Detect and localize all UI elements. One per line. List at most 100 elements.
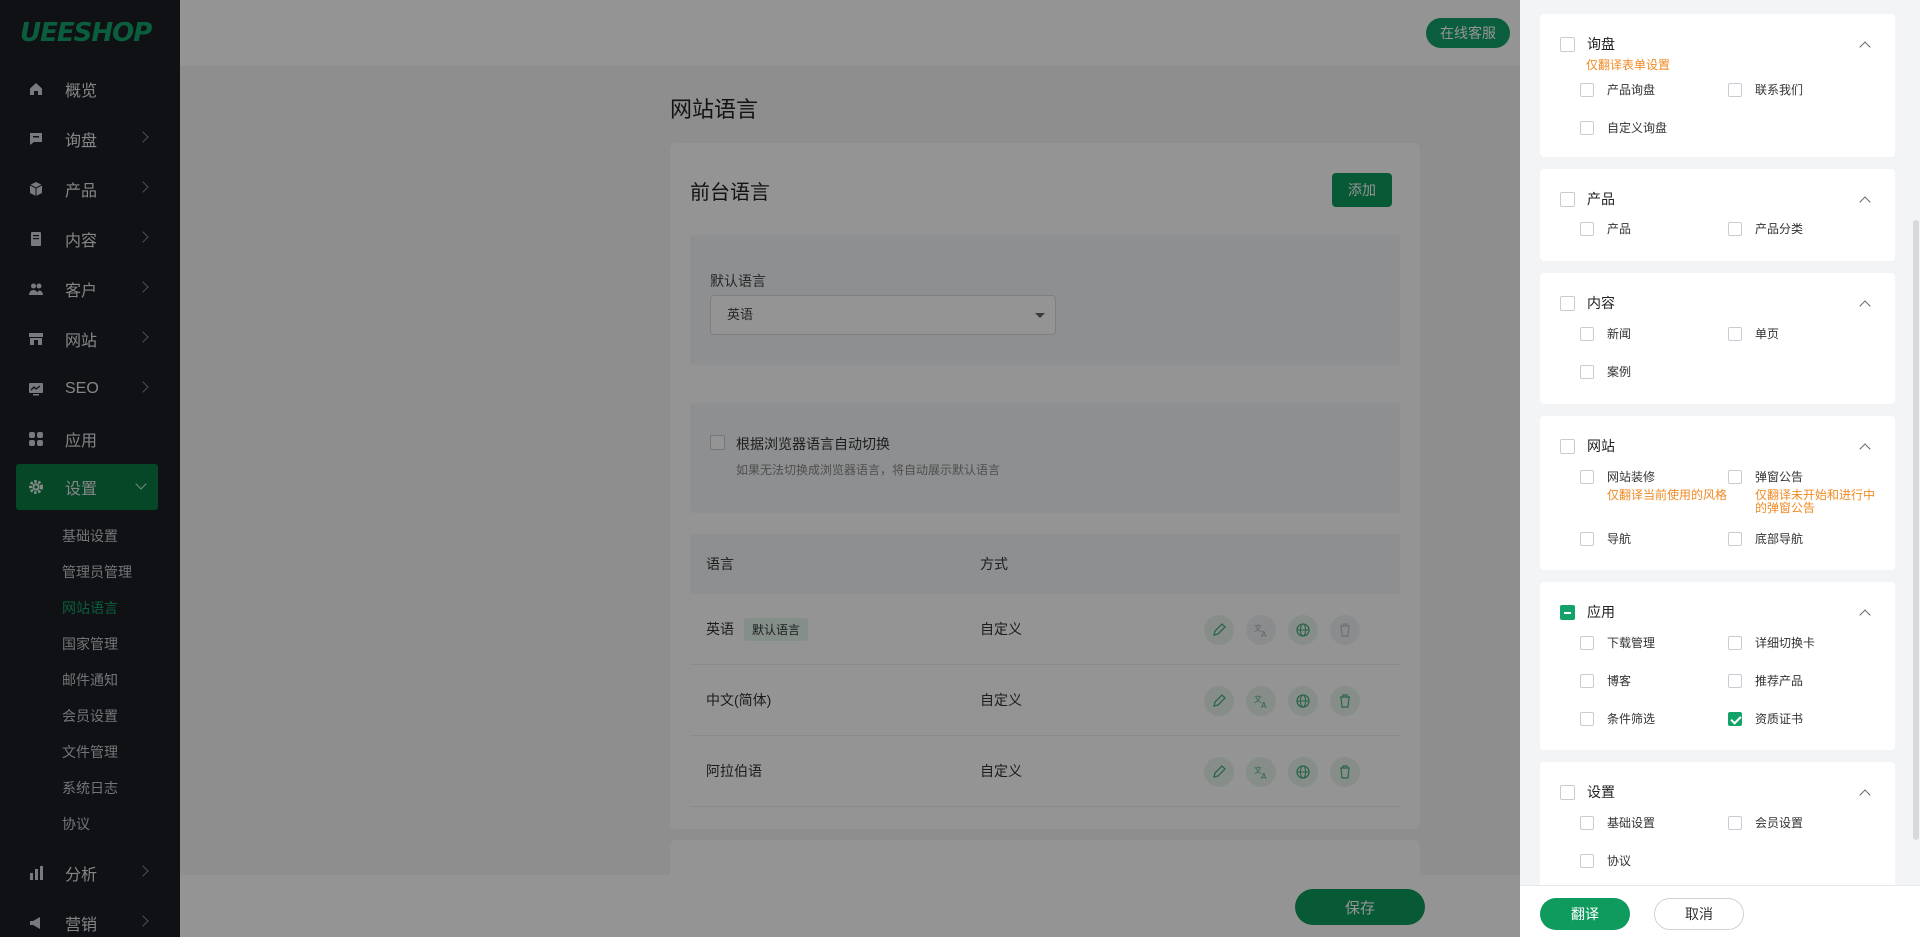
option-checkbox[interactable]: [1728, 712, 1742, 726]
group-checkbox[interactable]: [1560, 191, 1575, 207]
option-checkbox[interactable]: [1580, 636, 1594, 650]
option-checkbox[interactable]: [1728, 636, 1742, 650]
modal-overlay[interactable]: [0, 0, 1520, 937]
drawer-scrollbar[interactable]: [1912, 0, 1920, 885]
option-label: 联系我们: [1755, 83, 1804, 97]
chevron-up-icon[interactable]: [1859, 41, 1871, 53]
group-inquiry: 询盘 仅翻译表单设置 产品询盘 联系我们 自定义询盘: [1540, 14, 1895, 157]
group-checkbox[interactable]: [1560, 604, 1575, 620]
group-checkbox[interactable]: [1560, 295, 1575, 311]
option-note: 仅翻译当前使用的风格: [1607, 488, 1728, 502]
option-checkbox[interactable]: [1580, 222, 1594, 236]
option-label: 博客: [1607, 674, 1632, 688]
option-label: 下载管理: [1607, 636, 1656, 650]
option-item[interactable]: 产品: [1580, 222, 1631, 236]
option-label: 产品: [1607, 222, 1632, 236]
option-label: 会员设置: [1755, 816, 1804, 830]
option-item[interactable]: 推荐产品: [1728, 674, 1803, 688]
group-checkbox[interactable]: [1560, 36, 1575, 52]
group-title: 内容: [1587, 295, 1615, 311]
option-checkbox[interactable]: [1580, 327, 1594, 341]
option-item[interactable]: 产品分类: [1728, 222, 1803, 236]
option-checkbox[interactable]: [1728, 532, 1742, 546]
option-label: 资质证书: [1755, 712, 1804, 726]
option-note: 仅翻译未开始和进行中的弹窗公告: [1755, 488, 1876, 515]
group-header[interactable]: 内容: [1560, 293, 1615, 313]
option-checkbox[interactable]: [1728, 83, 1742, 97]
option-label: 单页: [1755, 327, 1780, 341]
chevron-up-icon[interactable]: [1859, 443, 1871, 455]
scrollbar-thumb[interactable]: [1913, 220, 1919, 840]
chevron-up-icon[interactable]: [1859, 789, 1871, 801]
group-checkbox[interactable]: [1560, 438, 1575, 454]
option-item[interactable]: 博客: [1580, 674, 1631, 688]
group-products: 产品 产品 产品分类: [1540, 169, 1895, 261]
option-label: 协议: [1607, 854, 1632, 868]
option-item[interactable]: 导航: [1580, 532, 1631, 546]
option-label: 产品询盘: [1607, 83, 1656, 97]
option-item[interactable]: 自定义询盘: [1580, 121, 1667, 135]
option-item[interactable]: 详细切换卡: [1728, 636, 1815, 650]
option-item[interactable]: 弹窗公告仅翻译未开始和进行中的弹窗公告: [1728, 470, 1880, 515]
option-checkbox[interactable]: [1580, 532, 1594, 546]
chevron-up-icon[interactable]: [1859, 300, 1871, 312]
option-checkbox[interactable]: [1580, 854, 1594, 868]
option-item[interactable]: 下载管理: [1580, 636, 1655, 650]
group-content: 内容 新闻 单页 案例: [1540, 273, 1895, 404]
translate-drawer: 询盘 仅翻译表单设置 产品询盘 联系我们 自定义询盘 产品 产品 产品分类 内容…: [1520, 0, 1920, 937]
option-item[interactable]: 底部导航: [1728, 532, 1803, 546]
group-title: 设置: [1587, 784, 1615, 800]
option-label: 条件筛选: [1607, 712, 1656, 726]
option-item[interactable]: 协议: [1580, 854, 1631, 868]
option-label: 推荐产品: [1755, 674, 1804, 688]
option-label: 案例: [1607, 365, 1632, 379]
group-title: 产品: [1587, 191, 1615, 207]
option-label: 网站装修: [1607, 470, 1656, 484]
chevron-up-icon[interactable]: [1859, 609, 1871, 621]
group-header[interactable]: 产品: [1560, 189, 1615, 209]
option-label: 自定义询盘: [1607, 121, 1668, 135]
option-item[interactable]: 条件筛选: [1580, 712, 1655, 726]
option-label: 弹窗公告: [1755, 470, 1804, 484]
option-item[interactable]: 网站装修仅翻译当前使用的风格: [1580, 470, 1727, 502]
drawer-body: 询盘 仅翻译表单设置 产品询盘 联系我们 自定义询盘 产品 产品 产品分类 内容…: [1520, 0, 1920, 885]
group-checkbox[interactable]: [1560, 784, 1575, 800]
group-settings: 设置 基础设置 会员设置 协议: [1540, 762, 1895, 885]
option-checkbox[interactable]: [1728, 816, 1742, 830]
group-title: 网站: [1587, 438, 1615, 454]
option-label: 产品分类: [1755, 222, 1804, 236]
option-checkbox[interactable]: [1580, 365, 1594, 379]
option-item[interactable]: 会员设置: [1728, 816, 1803, 830]
option-checkbox[interactable]: [1580, 816, 1594, 830]
translate-button[interactable]: 翻译: [1540, 898, 1630, 930]
option-checkbox[interactable]: [1728, 327, 1742, 341]
group-note: 仅翻译表单设置: [1586, 58, 1671, 72]
option-checkbox[interactable]: [1580, 674, 1594, 688]
group-header[interactable]: 设置: [1560, 782, 1615, 802]
option-checkbox[interactable]: [1580, 121, 1594, 135]
group-header[interactable]: 询盘: [1560, 34, 1615, 54]
option-checkbox[interactable]: [1580, 83, 1594, 97]
group-header[interactable]: 应用: [1560, 602, 1615, 622]
group-apps: 应用 下载管理 详细切换卡 博客 推荐产品 条件筛选 资质证书: [1540, 582, 1895, 750]
group-title: 应用: [1587, 604, 1615, 620]
option-item[interactable]: 资质证书: [1728, 712, 1803, 726]
option-item[interactable]: 单页: [1728, 327, 1779, 341]
option-item[interactable]: 联系我们: [1728, 83, 1803, 97]
group-header[interactable]: 网站: [1560, 436, 1615, 456]
option-item[interactable]: 基础设置: [1580, 816, 1655, 830]
cancel-button[interactable]: 取消: [1654, 898, 1744, 930]
option-item[interactable]: 案例: [1580, 365, 1631, 379]
option-label: 基础设置: [1607, 816, 1656, 830]
option-label: 详细切换卡: [1755, 636, 1816, 650]
group-title: 询盘: [1587, 36, 1615, 52]
option-checkbox[interactable]: [1728, 222, 1742, 236]
option-checkbox[interactable]: [1728, 470, 1742, 484]
option-checkbox[interactable]: [1580, 712, 1594, 726]
drawer-footer: 翻译 取消: [1520, 885, 1920, 937]
option-item[interactable]: 产品询盘: [1580, 83, 1655, 97]
option-item[interactable]: 新闻: [1580, 327, 1631, 341]
option-checkbox[interactable]: [1728, 674, 1742, 688]
chevron-up-icon[interactable]: [1859, 196, 1871, 208]
option-checkbox[interactable]: [1580, 470, 1594, 484]
